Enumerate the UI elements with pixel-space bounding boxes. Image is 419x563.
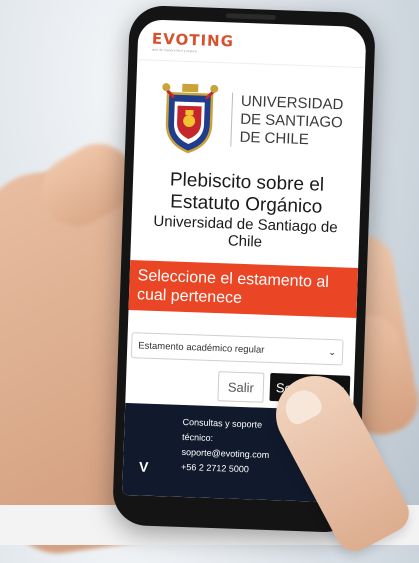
support-info: Consultas y soporte técnico: soporte@evo… [181,415,271,478]
university-logo: UNIVERSIDAD DE SANTIAGO DE CHILE [134,60,365,162]
brand-logo[interactable]: EVOTING Vote de manera fácil y segura [152,28,235,54]
support-phone[interactable]: +56 2 2712 5000 [181,460,269,478]
exit-button[interactable]: Salir [217,371,265,403]
page-title: Plebiscito sobre el Estatuto Orgánico Un… [131,168,362,254]
university-name: UNIVERSIDAD DE SANTIAGO DE CHILE [230,92,344,151]
instruction-banner: Seleccione el estamento al cual pertenec… [128,260,359,318]
university-name-line3: DE CHILE [239,128,310,149]
chevron-down-icon: ⌄ [327,346,337,358]
brand-name: EVOTING [151,29,235,51]
fingernail [279,384,326,428]
estamento-select[interactable]: Estamento académico regular ⌄ [130,332,344,366]
phone-speaker [225,13,276,20]
estamento-select-value: Estamento académico regular [138,339,265,356]
footer-logo-icon: V [138,458,149,475]
university-crest-icon [156,79,223,157]
